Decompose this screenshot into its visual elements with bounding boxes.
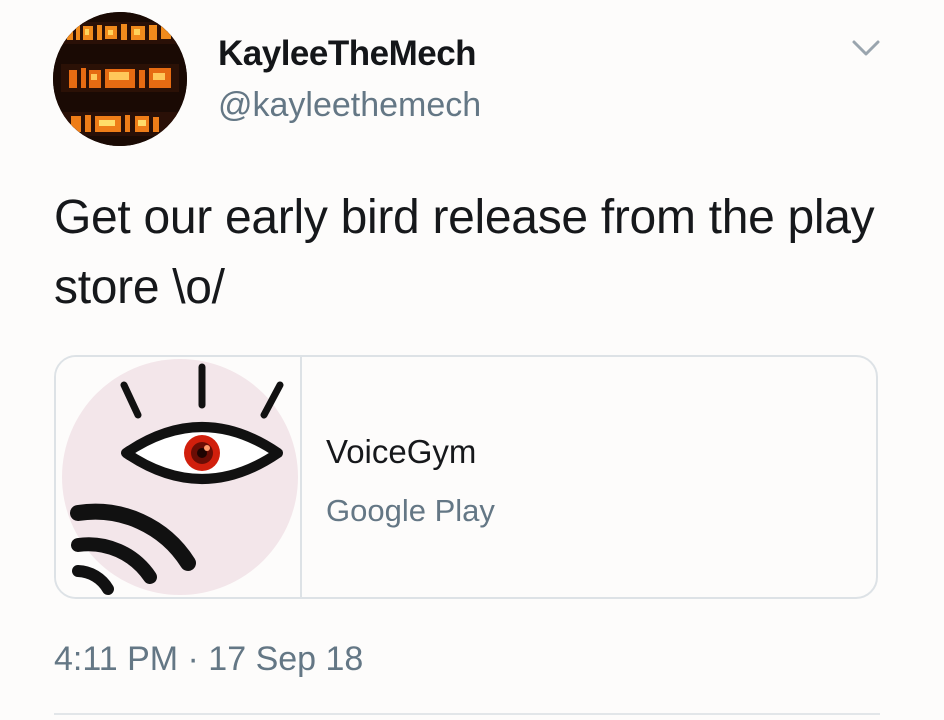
author-handle[interactable]: @kayleethemech	[218, 86, 481, 125]
tweet-timestamp[interactable]: 4:11 PM · 17 Sep 18	[54, 640, 363, 679]
voicegym-logo-icon	[62, 359, 298, 595]
card-title: VoiceGym	[326, 433, 477, 470]
card-source: Google Play	[326, 493, 495, 528]
author-avatar[interactable]	[53, 12, 187, 146]
link-card[interactable]: VoiceGym Google Play	[54, 355, 878, 599]
card-thumbnail	[56, 357, 302, 597]
author-display-name[interactable]: KayleeTheMech	[218, 34, 477, 74]
divider	[54, 713, 880, 715]
tweet: KayleeTheMech @kayleethemech Get our ear…	[0, 0, 944, 720]
tweet-text: Get our early bird release from the play…	[54, 191, 875, 314]
avatar-image	[53, 12, 187, 146]
chevron-down-icon[interactable]	[850, 36, 882, 60]
